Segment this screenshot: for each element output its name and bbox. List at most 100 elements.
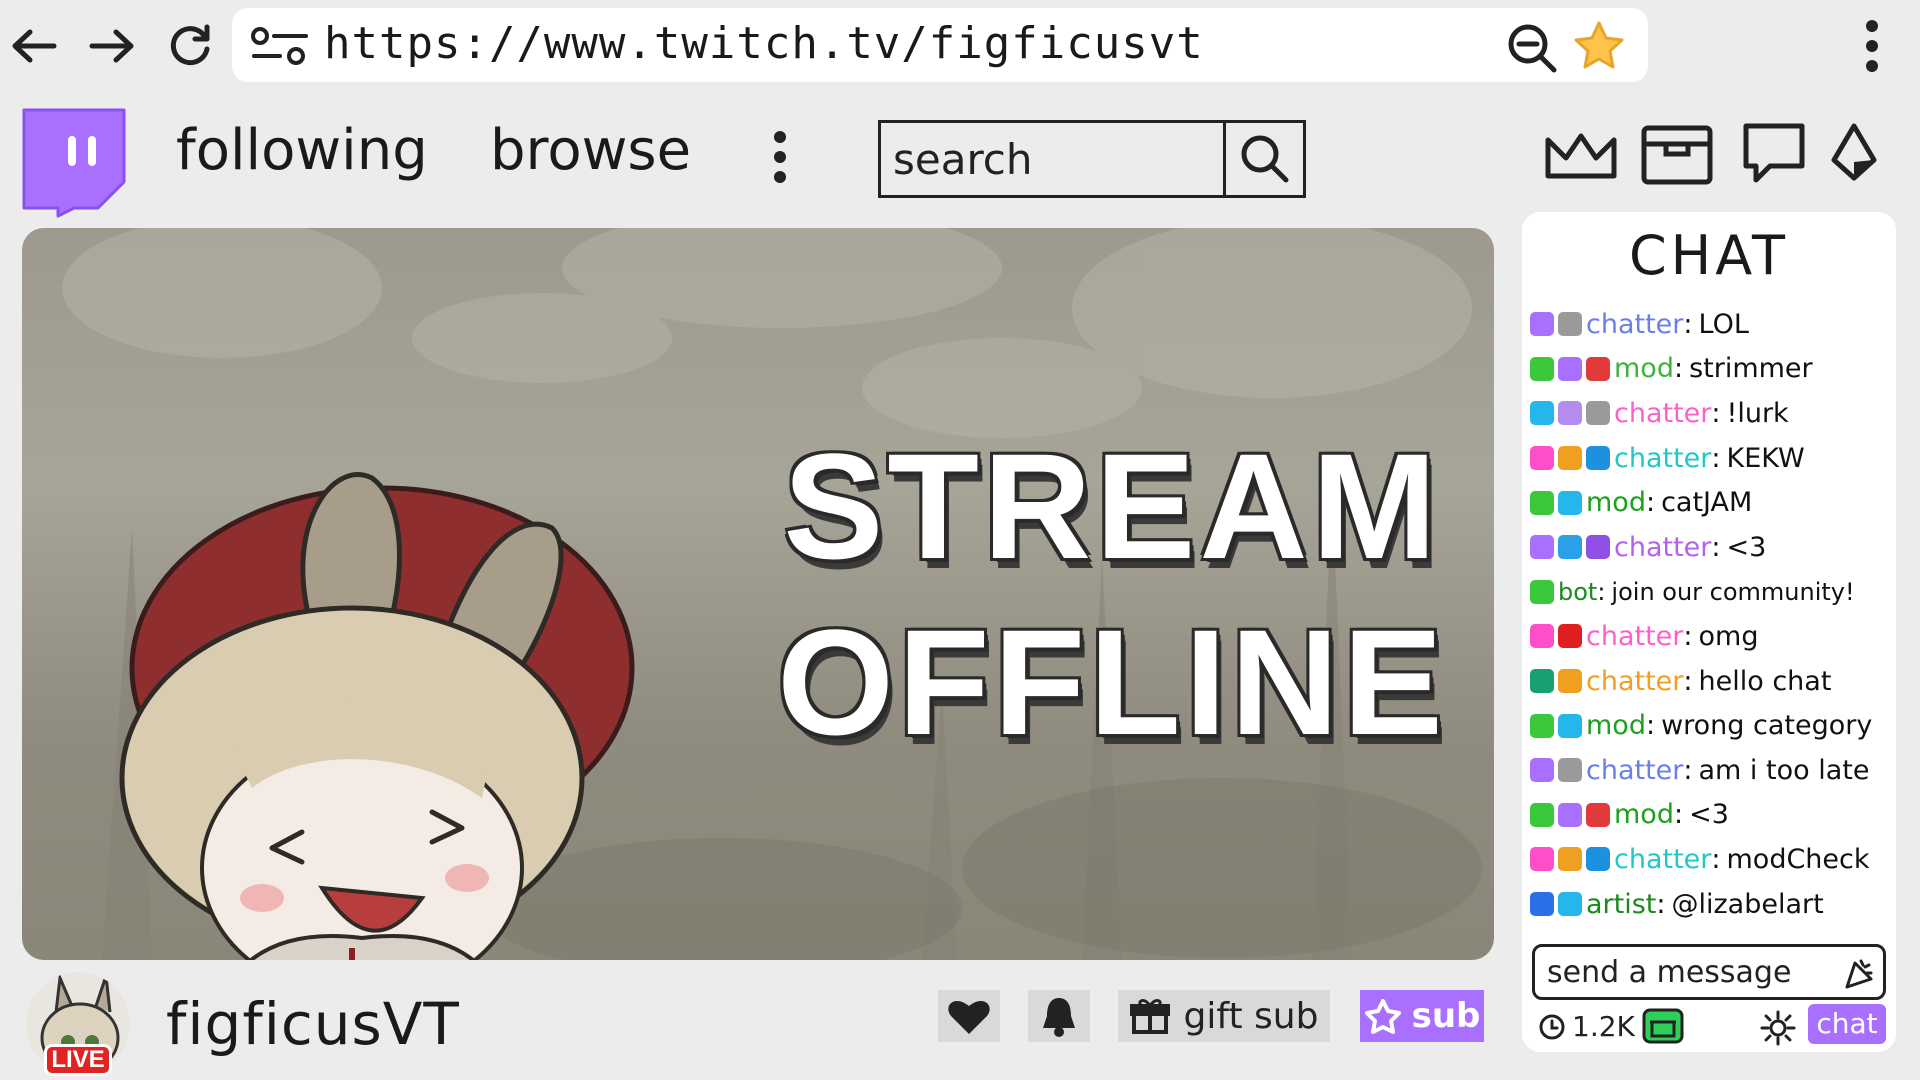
more-menu-icon[interactable] bbox=[772, 130, 788, 184]
chat-badge-icon[interactable] bbox=[1558, 401, 1582, 426]
gift-sub-label: gift sub bbox=[1183, 995, 1319, 1037]
channel-points-icon[interactable] bbox=[1642, 1008, 1684, 1044]
bits-icon[interactable] bbox=[1830, 122, 1878, 184]
chat-badge-icon[interactable] bbox=[1558, 446, 1582, 471]
chat-username[interactable]: bot bbox=[1558, 578, 1597, 606]
chat-badge-icon[interactable] bbox=[1558, 669, 1582, 694]
chat-text: !lurk bbox=[1726, 397, 1789, 429]
chat-separator: : bbox=[1645, 487, 1656, 519]
chat-badge-icon[interactable] bbox=[1530, 847, 1554, 872]
chat-text: <3 bbox=[1689, 799, 1729, 831]
search-icon bbox=[1241, 135, 1288, 183]
chat-badge-icon[interactable] bbox=[1558, 490, 1582, 515]
chat-message: chatter: <3 bbox=[1530, 525, 1892, 570]
chat-separator: : bbox=[1683, 754, 1693, 786]
chat-message: artist: @lizabelart bbox=[1530, 882, 1892, 927]
chat-badge-icon[interactable] bbox=[1586, 802, 1610, 827]
whisper-icon[interactable] bbox=[1740, 120, 1808, 186]
chat-badge-icon[interactable] bbox=[1558, 356, 1582, 381]
chat-badge-icon[interactable] bbox=[1530, 490, 1554, 515]
viewer-count: 1.2K bbox=[1538, 1010, 1635, 1043]
reload-icon bbox=[170, 24, 210, 66]
chat-username[interactable]: chatter bbox=[1586, 666, 1683, 697]
chat-username[interactable]: chatter bbox=[1614, 532, 1711, 563]
chat-badge-icon[interactable] bbox=[1530, 713, 1554, 738]
inbox-icon[interactable] bbox=[1640, 124, 1714, 186]
chat-badge-icon[interactable] bbox=[1530, 579, 1554, 604]
chat-badge-icon[interactable] bbox=[1530, 401, 1554, 426]
chat-badge-icon[interactable] bbox=[1530, 892, 1554, 917]
chat-username[interactable]: chatter bbox=[1586, 755, 1683, 786]
nav-browse[interactable]: browse bbox=[490, 118, 691, 183]
subscribe-button[interactable]: sub bbox=[1360, 990, 1484, 1042]
chat-username[interactable]: mod bbox=[1586, 710, 1646, 741]
chat-message: chatter: !lurk bbox=[1530, 391, 1892, 436]
url-text[interactable]: https://www.twitch.tv/figficusvt bbox=[324, 18, 1204, 69]
chat-send-button[interactable]: chat bbox=[1808, 1004, 1886, 1044]
chat-username[interactable]: chatter bbox=[1614, 398, 1711, 429]
chat-badge-icon[interactable] bbox=[1530, 802, 1554, 827]
chat-badge-icon[interactable] bbox=[1558, 802, 1582, 827]
address-bar[interactable]: https://www.twitch.tv/figficusvt bbox=[232, 8, 1648, 82]
chat-badge-icon[interactable] bbox=[1558, 624, 1582, 649]
chat-badge-icon[interactable] bbox=[1530, 669, 1554, 694]
chat-badge-icon[interactable] bbox=[1558, 892, 1582, 917]
star-icon[interactable] bbox=[1572, 20, 1626, 72]
chat-badge-icon[interactable] bbox=[1530, 535, 1554, 560]
chat-username[interactable]: mod bbox=[1586, 487, 1646, 518]
chat-badge-icon[interactable] bbox=[1586, 356, 1610, 381]
chat-badge-icon[interactable] bbox=[1530, 624, 1554, 649]
back-arrow-icon bbox=[12, 29, 57, 63]
chat-input[interactable] bbox=[1535, 947, 1835, 997]
chat-badge-icon[interactable] bbox=[1558, 312, 1582, 337]
channel-name[interactable]: figficusVT bbox=[166, 990, 460, 1058]
back-button[interactable] bbox=[6, 18, 62, 74]
chat-badge-icon[interactable] bbox=[1586, 535, 1610, 560]
chat-message: chatter: am i too late bbox=[1530, 748, 1892, 793]
heart-icon bbox=[948, 1000, 990, 1034]
zoom-out-icon[interactable] bbox=[1506, 22, 1558, 74]
viewer-count-value: 1.2K bbox=[1572, 1010, 1635, 1043]
kebab-menu-icon[interactable] bbox=[1862, 18, 1882, 74]
chat-badge-icon[interactable] bbox=[1530, 356, 1554, 381]
chat-username[interactable]: artist bbox=[1586, 889, 1656, 920]
chat-username[interactable]: mod bbox=[1614, 799, 1674, 830]
chat-username[interactable]: mod bbox=[1614, 353, 1674, 384]
chat-badge-icon[interactable] bbox=[1530, 446, 1554, 471]
chat-badge-icon[interactable] bbox=[1558, 758, 1582, 783]
chat-badge-icon[interactable] bbox=[1558, 713, 1582, 738]
crown-icon[interactable] bbox=[1544, 130, 1618, 182]
emote-picker-icon[interactable] bbox=[1841, 957, 1875, 991]
gear-icon[interactable] bbox=[1760, 1010, 1796, 1046]
chat-badge-icon[interactable] bbox=[1586, 401, 1610, 426]
chat-username[interactable]: chatter bbox=[1586, 621, 1683, 652]
chat-badge-icon[interactable] bbox=[1586, 847, 1610, 872]
search-button[interactable] bbox=[1223, 123, 1303, 195]
search-input[interactable] bbox=[881, 123, 1225, 195]
forward-button[interactable] bbox=[84, 18, 140, 74]
chat-username[interactable]: chatter bbox=[1586, 309, 1683, 340]
offline-line-2: OFFLINE bbox=[777, 598, 1447, 766]
video-player[interactable]: STREAM OFFLINE bbox=[22, 228, 1494, 960]
chat-username[interactable]: chatter bbox=[1614, 443, 1711, 474]
chat-badge-icon[interactable] bbox=[1586, 446, 1610, 471]
chat-text: strimmer bbox=[1689, 353, 1813, 385]
chat-badge-icon[interactable] bbox=[1530, 312, 1554, 337]
chat-badge-icon[interactable] bbox=[1558, 847, 1582, 872]
gift-sub-button[interactable]: gift sub bbox=[1118, 990, 1330, 1042]
follow-button[interactable] bbox=[938, 990, 1000, 1042]
chat-message: mod: <3 bbox=[1530, 793, 1892, 838]
reload-button[interactable] bbox=[162, 18, 218, 74]
chat-text: @lizabelart bbox=[1671, 888, 1824, 920]
chat-separator: : bbox=[1645, 710, 1656, 742]
chat-separator: : bbox=[1683, 308, 1693, 340]
chat-badge-icon[interactable] bbox=[1558, 535, 1582, 560]
chat-badge-icon[interactable] bbox=[1530, 758, 1554, 783]
nav-following[interactable]: following bbox=[176, 118, 428, 183]
clock-icon bbox=[1539, 1014, 1565, 1039]
chat-username[interactable]: chatter bbox=[1614, 844, 1711, 875]
star-outline-icon bbox=[1364, 999, 1401, 1034]
site-settings-icon[interactable] bbox=[250, 26, 310, 66]
twitch-logo-icon[interactable] bbox=[18, 104, 130, 218]
notifications-button[interactable] bbox=[1028, 990, 1090, 1042]
